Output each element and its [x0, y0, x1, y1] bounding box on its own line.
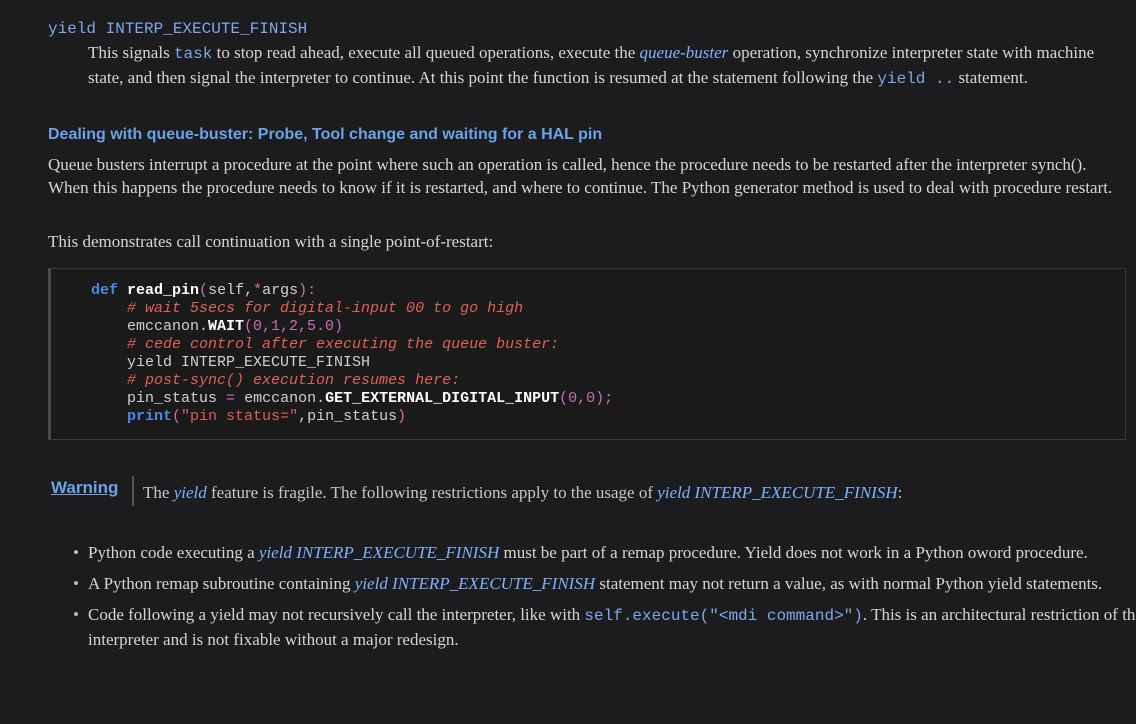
list-item: Code following a yield may not recursive… [73, 603, 1136, 651]
code-string: "pin status=" [181, 408, 299, 425]
definition-term: yield INTERP_EXECUTE_FINISH [48, 20, 308, 38]
code-token: ( [172, 408, 182, 425]
code-token: emccanon. [127, 318, 209, 335]
code-task: task [173, 45, 213, 63]
code-token: GET_EXTERNAL_DIGITAL_INPUT [325, 390, 560, 407]
code-comment: # wait 5secs for digital-input 00 to go … [127, 300, 524, 317]
code-token: emccanon. [235, 390, 326, 407]
section-heading: Dealing with queue-buster: Probe, Tool c… [48, 126, 603, 143]
code-token: self, [208, 282, 254, 299]
code-token: = [226, 390, 236, 407]
bullet-text: Python code executing a [88, 543, 259, 562]
bullet-text: statement may not return a value, as wit… [595, 574, 1103, 593]
bullet-text: A Python remap subroutine containing [88, 574, 355, 593]
code-token: (0,0); [559, 390, 614, 407]
desc-text-4: statement. [954, 68, 1028, 87]
desc-text-2: to stop read ahead, execute all queued o… [212, 43, 640, 62]
warning-text: The yield feature is fragile. The follow… [143, 481, 902, 504]
warning-divider [132, 476, 134, 506]
paragraph-demonstration: This demonstrates call continuation with… [48, 232, 494, 251]
code-token: ) [397, 408, 407, 425]
yield-interp-execute-finish-link[interactable]: yield INTERP_EXECUTE_FINISH [657, 483, 897, 502]
code-token: (0,1,2,5.0) [244, 318, 344, 335]
code-yield: yield .. [877, 70, 955, 88]
code-function-name: read_pin [127, 282, 200, 299]
list-item: Python code executing a yield INTERP_EXE… [73, 541, 1136, 564]
code-token: ( [199, 282, 209, 299]
warning-text-2: feature is fragile. The following restri… [206, 483, 658, 502]
code-keyword-print: print [127, 408, 173, 425]
code-token: WAIT [208, 318, 245, 335]
code-token: ,pin_status [298, 408, 398, 425]
yield-interp-execute-finish-link[interactable]: yield INTERP_EXECUTE_FINISH [259, 543, 499, 562]
code-comment: # post-sync() execution resumes here: [127, 372, 461, 389]
code-listing: def read_pin(self,*args): # wait 5secs f… [91, 282, 613, 426]
warning-label[interactable]: Warning [51, 476, 118, 499]
code-line: yield INTERP_EXECUTE_FINISH [127, 354, 371, 371]
yield-link[interactable]: yield [174, 483, 207, 502]
desc-text-1: This signals [88, 43, 174, 62]
code-token: ): [298, 282, 317, 299]
warning-text-1: The [143, 483, 174, 502]
code-keyword-def: def [91, 282, 119, 299]
paragraph-queue-busters: Queue busters interrupt a procedure at t… [48, 155, 1113, 197]
yield-interp-execute-finish-link[interactable]: yield INTERP_EXECUTE_FINISH [355, 574, 595, 593]
warning-text-3: : [897, 483, 903, 502]
code-token: args [262, 282, 299, 299]
code-token: * [253, 282, 263, 299]
definition-description: This signals task to stop read ahead, ex… [88, 41, 1098, 91]
code-self-execute: self.execute("<mdi command>") [584, 607, 863, 625]
list-item: A Python remap subroutine containing yie… [73, 572, 1136, 595]
code-comment: # cede control after executing the queue… [127, 336, 560, 353]
code-token: pin_status [127, 390, 227, 407]
bullet-text: Code following a yield may not recursive… [88, 605, 585, 624]
queue-buster-link[interactable]: queue-buster [640, 43, 729, 62]
code-block: def read_pin(self,*args): # wait 5secs f… [48, 268, 1126, 440]
restrictions-list: Python code executing a yield INTERP_EXE… [48, 541, 1136, 659]
bullet-text: must be part of a remap procedure. Yield… [499, 543, 1088, 562]
